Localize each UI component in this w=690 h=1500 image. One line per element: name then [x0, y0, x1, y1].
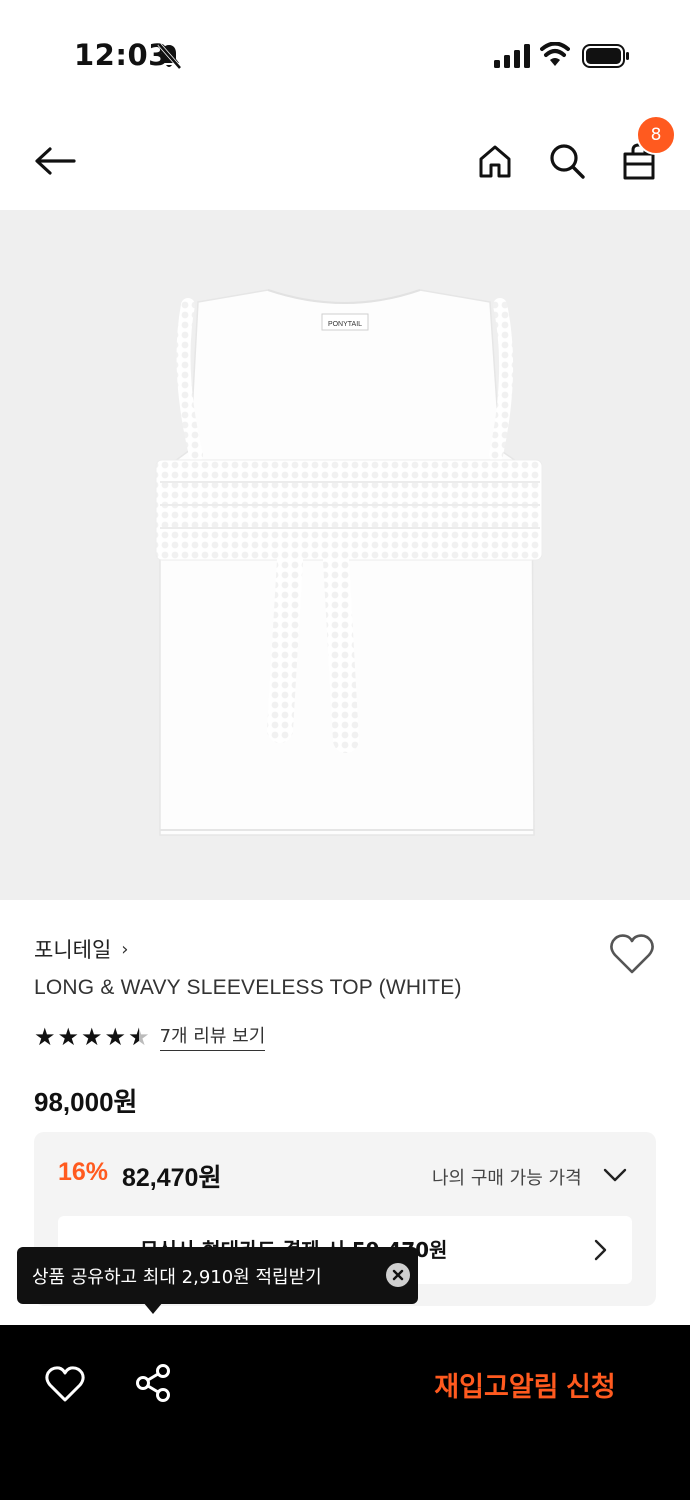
chevron-down-icon[interactable] — [602, 1164, 628, 1186]
share-reward-tooltip: 상품 공유하고 최대 2,910원 적립받기 — [17, 1247, 418, 1304]
rating-stars: ★ ★ ★ ★ ★★ — [34, 1023, 150, 1051]
brand-link[interactable]: 포니테일 › — [34, 934, 128, 964]
tooltip-arrow — [143, 1302, 163, 1314]
neck-tag-label: PONYTAIL — [328, 321, 362, 328]
wishlist-heart-icon[interactable] — [608, 932, 656, 976]
bell-off-icon — [157, 42, 182, 70]
bottom-action-bar: 재입고알림 신청 — [0, 1325, 690, 1500]
tooltip-text: 상품 공유하고 최대 2,910원 적립받기 — [32, 1267, 322, 1288]
product-image[interactable]: PONYTAIL — [0, 210, 690, 900]
half-star-icon: ★★ — [128, 1022, 150, 1051]
home-button[interactable] — [472, 138, 518, 184]
share-icon[interactable] — [134, 1363, 172, 1403]
sleeveless-top-illustration: PONYTAIL — [155, 289, 543, 836]
restock-alert-button[interactable]: 재입고알림 신청 — [400, 1357, 650, 1411]
home-icon — [479, 145, 511, 178]
discount-price: 82,470원 — [122, 1164, 222, 1192]
cart-count-badge: 8 — [636, 115, 676, 155]
battery-icon — [582, 44, 629, 68]
arrow-left-icon — [35, 147, 76, 175]
product-title: LONG & WAVY SLEEVELESS TOP (WHITE) — [34, 976, 462, 999]
status-bar: 12:03 — [0, 0, 690, 110]
my-price-toggle-label[interactable]: 나의 구매 가능 가격 — [432, 1164, 582, 1190]
rating-row: ★ ★ ★ ★ ★★ 7개 리뷰 보기 — [34, 1022, 266, 1051]
back-button[interactable] — [32, 138, 78, 184]
wifi-icon — [540, 42, 570, 66]
review-link[interactable]: 7개 리뷰 보기 — [159, 1022, 266, 1051]
status-time: 12:03 — [74, 38, 169, 72]
chevron-right-icon: › — [121, 938, 129, 960]
heart-icon[interactable] — [44, 1365, 86, 1403]
star-icon: ★ — [34, 1022, 56, 1051]
star-icon: ★ — [57, 1022, 80, 1051]
search-icon — [550, 144, 585, 179]
discount-rate: 16% — [58, 1158, 109, 1186]
search-button[interactable] — [544, 138, 590, 184]
signal-icon — [494, 44, 530, 68]
chevron-right-icon — [594, 1239, 607, 1261]
brand-name: 포니테일 — [34, 938, 112, 962]
star-icon: ★ — [81, 1022, 103, 1051]
close-icon — [392, 1269, 404, 1281]
tooltip-close-button[interactable] — [386, 1263, 410, 1287]
original-price: 98,000원 — [34, 1087, 138, 1117]
star-icon: ★ — [104, 1022, 127, 1051]
top-nav-bar — [0, 110, 690, 210]
